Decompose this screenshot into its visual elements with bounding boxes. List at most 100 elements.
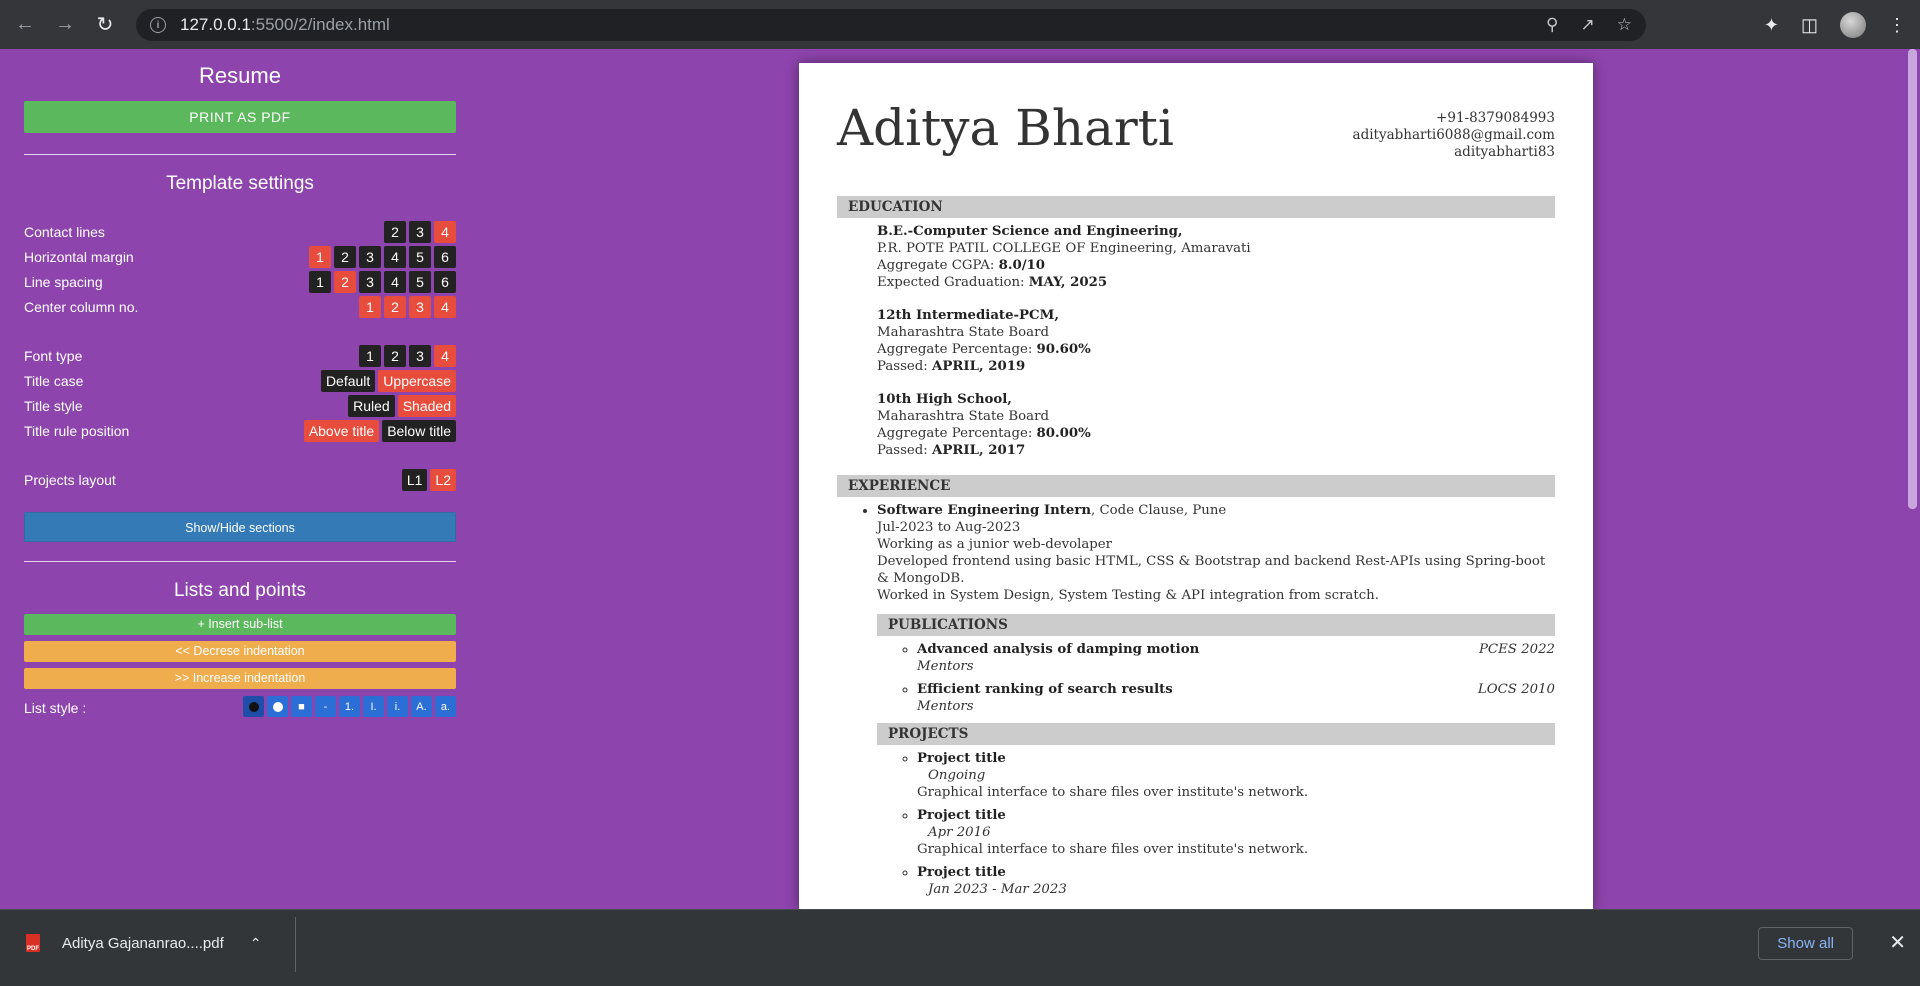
projects-layout-setting: Projects layout L1 L2 bbox=[24, 467, 456, 492]
option-line-spacing-6[interactable]: 6 bbox=[434, 271, 456, 293]
contact-handle: adityabharti83 bbox=[1454, 144, 1555, 160]
option-font-type-3[interactable]: 3 bbox=[409, 345, 431, 367]
list-style-square-icon[interactable]: ■ bbox=[291, 696, 312, 717]
option-line-spacing-3[interactable]: 3 bbox=[359, 271, 381, 293]
list-style-filled-circle-icon[interactable] bbox=[243, 696, 264, 717]
date-label: Passed: bbox=[877, 359, 933, 374]
template-settings-heading: Template settings bbox=[166, 173, 314, 194]
insert-sublist-button[interactable]: + Insert sub-list bbox=[24, 614, 456, 635]
address-bar[interactable]: i 127.0.0.1:5500/2/index.html ⚲ ↗ ☆ bbox=[136, 9, 1646, 41]
page-scrollbar[interactable] bbox=[1905, 49, 1920, 909]
option-horizontal-margin-6[interactable]: 6 bbox=[434, 246, 456, 268]
show-hide-sections-button[interactable]: Show/Hide sections bbox=[24, 512, 456, 542]
option-title-case-default[interactable]: Default bbox=[320, 370, 376, 392]
list-style-lower-roman[interactable]: i. bbox=[387, 696, 408, 717]
option-line-spacing-2[interactable]: 2 bbox=[334, 271, 356, 293]
back-arrow-icon[interactable]: ← bbox=[10, 10, 40, 40]
publication-title: Efficient ranking of search results bbox=[917, 682, 1173, 697]
experience-line: Developed frontend using basic HTML, CSS… bbox=[877, 554, 1546, 586]
option-title-style-shaded[interactable]: Shaded bbox=[397, 395, 456, 417]
close-icon[interactable]: ✕ bbox=[1889, 927, 1906, 960]
side-panel-icon[interactable]: ◫ bbox=[1801, 15, 1818, 36]
setting-options: L1 L2 bbox=[401, 469, 456, 491]
list-style-numeric[interactable]: 1. bbox=[339, 696, 360, 717]
education-list: B.E.-Computer Science and Engineering, P.… bbox=[837, 223, 1555, 459]
zoom-icon[interactable]: ⚲ bbox=[1546, 15, 1558, 35]
education-item: B.E.-Computer Science and Engineering, P.… bbox=[877, 223, 1555, 291]
experience-role: Software Engineering Intern bbox=[877, 503, 1092, 518]
reload-icon[interactable]: ↻ bbox=[90, 10, 120, 40]
option-center-column-no-4[interactable]: 4 bbox=[434, 296, 456, 318]
forward-arrow-icon[interactable]: → bbox=[50, 10, 80, 40]
option-font-type-2[interactable]: 2 bbox=[384, 345, 406, 367]
setting-label: Title rule position bbox=[24, 422, 130, 439]
project-title: Project title bbox=[917, 865, 1006, 880]
list-style-upper-roman[interactable]: I. bbox=[363, 696, 384, 717]
bookmark-star-icon[interactable]: ☆ bbox=[1617, 15, 1632, 35]
setting-horizontal-margin: Horizontal margin 1 2 3 4 5 6 bbox=[24, 244, 456, 269]
list-style-upper-alpha[interactable]: A. bbox=[411, 696, 432, 717]
chevron-up-icon[interactable]: ⌃ bbox=[250, 935, 262, 952]
divider bbox=[295, 917, 296, 972]
setting-label: Title style bbox=[24, 397, 83, 414]
profile-avatar[interactable] bbox=[1840, 12, 1866, 38]
publications-list: Advanced analysis of damping motion PCES … bbox=[877, 641, 1555, 715]
setting-center-column-no: Center column no. 1 2 3 4 bbox=[24, 294, 456, 319]
pdf-file-icon: PDF bbox=[26, 934, 40, 952]
option-contact-lines-3[interactable]: 3 bbox=[409, 221, 431, 243]
metric-label: Aggregate Percentage: bbox=[877, 342, 1037, 357]
option-center-column-no-2[interactable]: 2 bbox=[384, 296, 406, 318]
option-line-spacing-4[interactable]: 4 bbox=[384, 271, 406, 293]
menu-kebab-icon[interactable]: ⋮ bbox=[1888, 15, 1906, 36]
extensions-puzzle-icon[interactable]: ✦ bbox=[1764, 15, 1779, 36]
option-title-rule-position-below-title[interactable]: Below title bbox=[382, 420, 456, 442]
option-horizontal-margin-1[interactable]: 1 bbox=[309, 246, 331, 268]
option-contact-lines-4[interactable]: 4 bbox=[434, 221, 456, 243]
option-center-column-no-3[interactable]: 3 bbox=[409, 296, 431, 318]
download-file-name[interactable]: Aditya Gajananrao....pdf bbox=[62, 935, 224, 952]
option-projects-layout-l2[interactable]: L2 bbox=[430, 469, 456, 491]
experience-heading: EXPERIENCE bbox=[837, 475, 1555, 497]
list-style-label: List style : bbox=[24, 699, 87, 716]
option-center-column-no-1[interactable]: 1 bbox=[359, 296, 381, 318]
option-line-spacing-1[interactable]: 1 bbox=[309, 271, 331, 293]
project-date: Jan 2023 - Mar 2023 bbox=[928, 882, 1067, 897]
option-line-spacing-5[interactable]: 5 bbox=[409, 271, 431, 293]
education-item: 12th Intermediate-PCM, Maharashtra State … bbox=[877, 307, 1555, 375]
download-item[interactable]: PDF Aditya Gajananrao....pdf ⌃ bbox=[26, 910, 262, 976]
lists-points-heading: Lists and points bbox=[173, 580, 307, 601]
decrease-indentation-button[interactable]: << Decrese indentation bbox=[24, 641, 456, 662]
increase-indentation-button[interactable]: >> Increase indentation bbox=[24, 668, 456, 689]
setting-label: Horizontal margin bbox=[24, 248, 134, 265]
show-all-button[interactable]: Show all bbox=[1758, 927, 1853, 960]
option-title-rule-position-above-title[interactable]: Above title bbox=[303, 420, 380, 442]
print-pdf-button[interactable]: PRINT AS PDF bbox=[24, 101, 456, 133]
list-style-lower-alpha[interactable]: a. bbox=[435, 696, 456, 717]
option-horizontal-margin-2[interactable]: 2 bbox=[334, 246, 356, 268]
education-item: 10th High School, Maharashtra State Board… bbox=[877, 391, 1555, 459]
list-style-hollow-circle-icon[interactable] bbox=[267, 696, 288, 717]
option-font-type-1[interactable]: 1 bbox=[359, 345, 381, 367]
option-font-type-4[interactable]: 4 bbox=[434, 345, 456, 367]
option-horizontal-margin-4[interactable]: 4 bbox=[384, 246, 406, 268]
option-title-style-ruled[interactable]: Ruled bbox=[348, 395, 395, 417]
education-school: P.R. POTE PATIL COLLEGE OF Engineering, … bbox=[877, 241, 1251, 256]
url-text[interactable]: 127.0.0.1:5500/2/index.html bbox=[180, 15, 390, 35]
project-item: Project title Apr 2016 Graphical interface… bbox=[917, 807, 1555, 858]
education-date: Passed: APRIL, 2017 bbox=[877, 442, 1555, 459]
option-horizontal-margin-3[interactable]: 3 bbox=[359, 246, 381, 268]
option-contact-lines-2[interactable]: 2 bbox=[384, 221, 406, 243]
setting-title-style: Title style Ruled Shaded bbox=[24, 393, 456, 418]
share-icon[interactable]: ↗ bbox=[1581, 15, 1595, 35]
site-info-icon[interactable]: i bbox=[150, 17, 166, 33]
projects-heading: PROJECTS bbox=[877, 723, 1555, 745]
option-projects-layout-l1[interactable]: L1 bbox=[401, 469, 428, 491]
setting-options: 234 bbox=[384, 221, 456, 243]
setting-font-type: Font type 1 2 3 4 bbox=[24, 343, 456, 368]
publication-note: Mentors bbox=[917, 659, 974, 674]
setting-options: Ruled Shaded bbox=[348, 395, 456, 417]
list-style-dash[interactable]: - bbox=[315, 696, 336, 717]
option-title-case-uppercase[interactable]: Uppercase bbox=[378, 370, 456, 392]
scrollbar-thumb[interactable] bbox=[1908, 49, 1917, 509]
option-horizontal-margin-5[interactable]: 5 bbox=[409, 246, 431, 268]
